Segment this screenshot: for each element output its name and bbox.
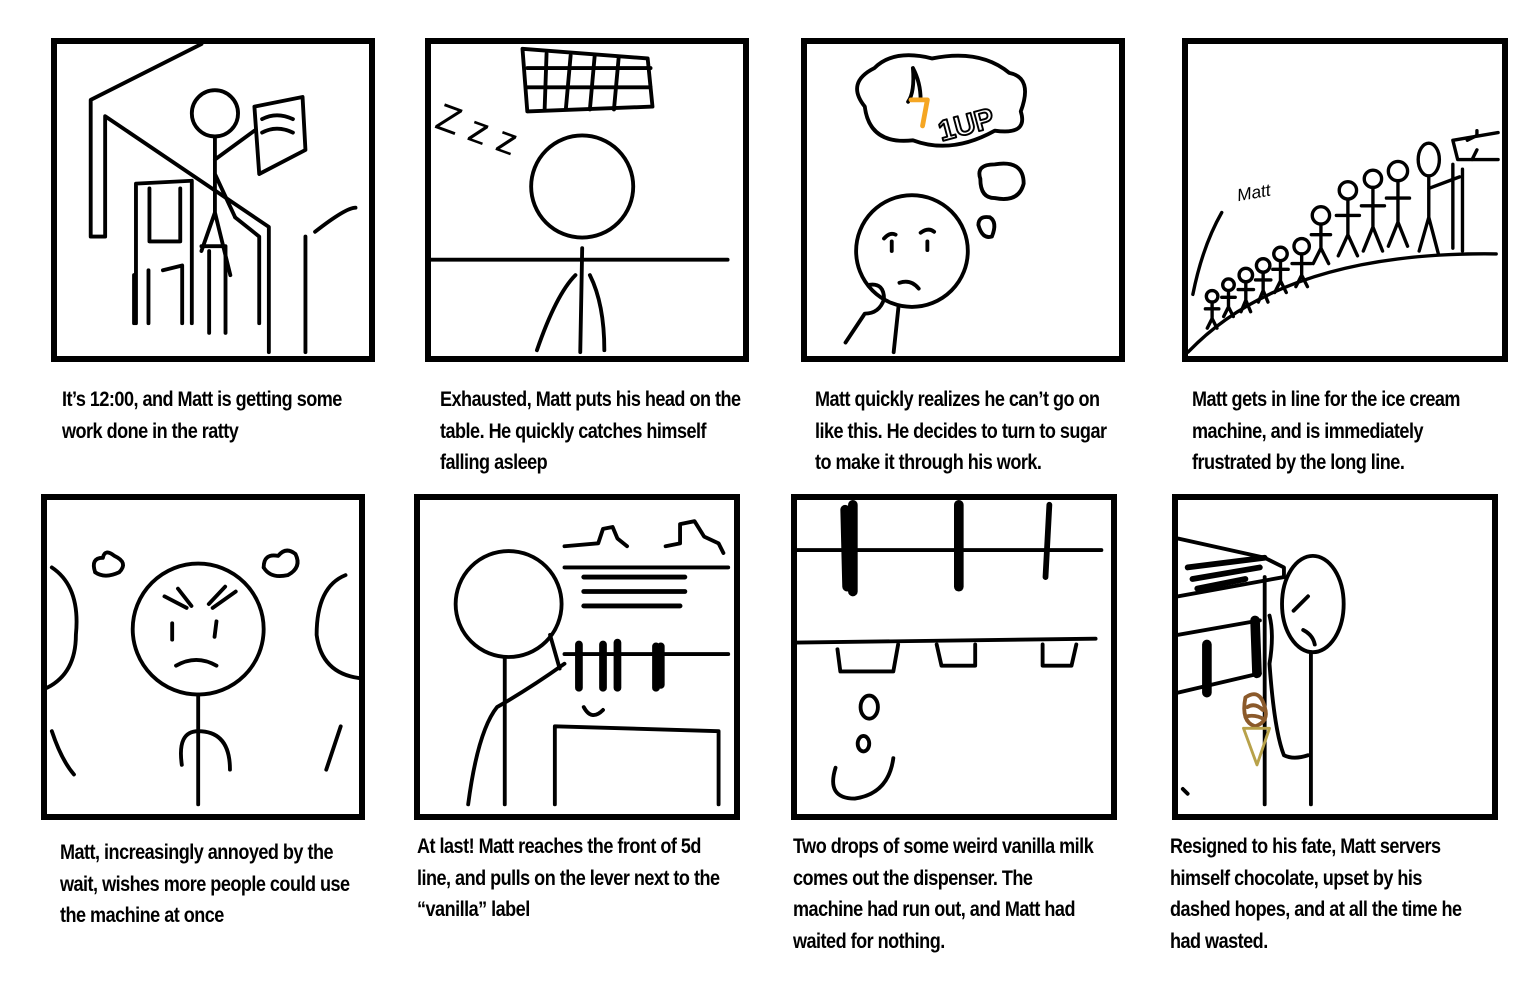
caption-2: Exhausted, Matt puts his head on the tab… xyxy=(440,388,741,474)
caption-5: Matt, increasingly annoyed by the wait, … xyxy=(60,841,350,927)
panel-3-thinking: 1UP xyxy=(801,38,1125,362)
panel-2-asleep: Z z z xyxy=(425,38,749,362)
panel-7-two-drops xyxy=(791,494,1117,820)
zzz-text: Z z z xyxy=(431,95,524,164)
matt-label: Matt xyxy=(1235,179,1273,205)
caption-1: It’s 12:00, and Matt is getting some wor… xyxy=(62,388,342,443)
panel-4-long-line: Matt xyxy=(1182,38,1508,362)
panel-8-chocolate xyxy=(1172,494,1498,820)
panel-5-annoyed xyxy=(41,494,365,820)
caption-7: Two drops of some weird vanilla milk com… xyxy=(793,835,1094,953)
panel-1-ratty-work xyxy=(51,38,375,362)
caption-4: Matt gets in line for the ice cream mach… xyxy=(1192,388,1460,474)
oneup-text: 1UP xyxy=(935,103,998,148)
caption-6: At last! Matt reaches the front of 5d li… xyxy=(417,835,720,921)
panel-6-lever xyxy=(414,494,740,820)
caption-3: Matt quickly realizes he can’t go on lik… xyxy=(815,388,1107,474)
caption-8: Resigned to his fate, Matt servers himse… xyxy=(1170,835,1462,953)
